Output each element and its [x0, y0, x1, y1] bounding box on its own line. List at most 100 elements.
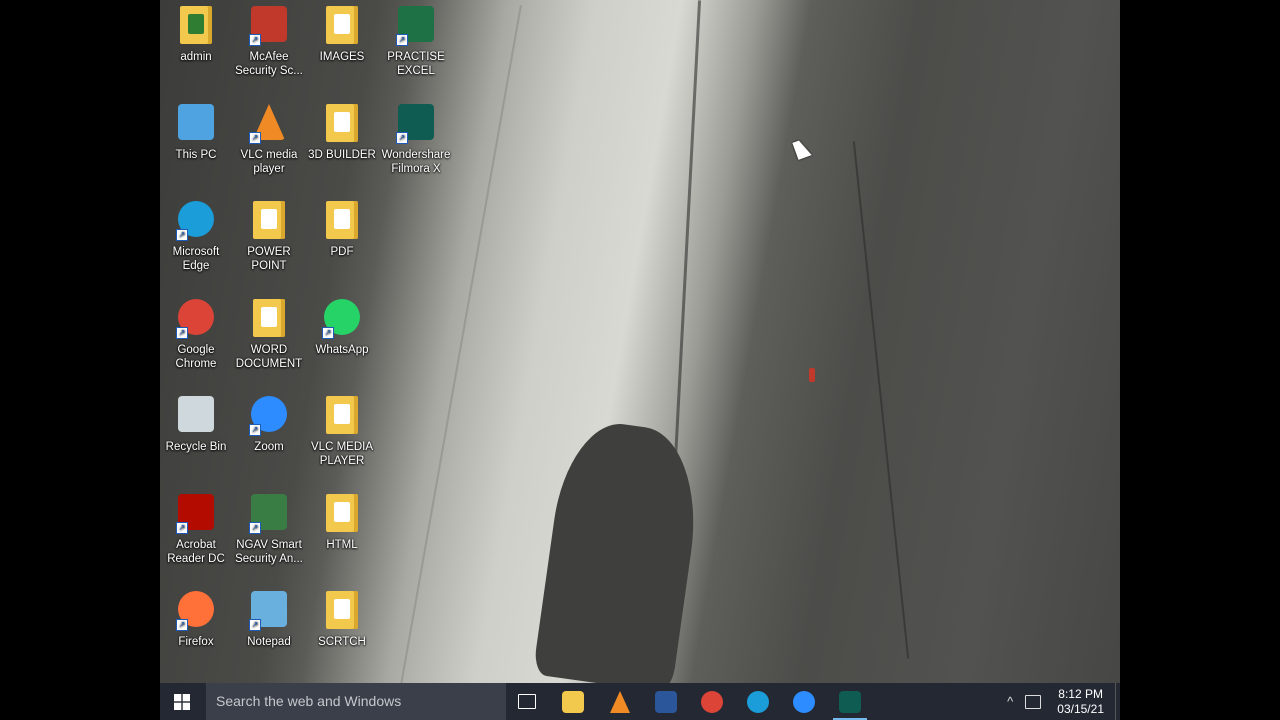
taskbar-button[interactable] [504, 683, 550, 720]
desktop-icon-label: Security An... [235, 553, 303, 565]
wallpaper-rock [532, 416, 708, 694]
edge-icon [747, 690, 769, 713]
taskbar-button[interactable] [735, 683, 781, 720]
desktop-icon-label: Notepad [247, 636, 291, 648]
desktop-icon-label: Google [177, 344, 215, 356]
filmora-icon [839, 690, 861, 713]
desktop-icon[interactable]: ↗ Microsoft Edge [160, 201, 232, 273]
shortcut-arrow-icon: ↗ [176, 229, 188, 241]
taskbar-button[interactable] [550, 683, 596, 720]
search-placeholder: Search the web and Windows [216, 693, 402, 709]
mcafee-shield-icon: ↗ [249, 6, 289, 46]
show-hidden-icons-icon[interactable]: ^ [1007, 694, 1013, 709]
start-button[interactable] [160, 683, 204, 720]
vlc-icon [610, 690, 630, 713]
desktop-icon-label: 3D BUILDER [308, 149, 376, 161]
desktop-icon[interactable]: ↗ Firefox [160, 591, 232, 649]
zoom-icon: ↗ [249, 396, 289, 436]
desktop-icon-label: SCRTCH [318, 636, 366, 648]
desktop-icon[interactable]: ↗ NGAV Smart Security An... [233, 494, 305, 566]
shortcut-arrow-icon: ↗ [176, 327, 188, 339]
desktop-icon-label: Reader DC [167, 553, 225, 565]
desktop-icon[interactable]: ↗ Notepad [233, 591, 305, 649]
desktop-icon-label: Zoom [254, 441, 284, 453]
filmora-icon: ↗ [396, 104, 436, 144]
desktop-icon[interactable]: 3D BUILDER [306, 104, 378, 162]
desktop-icon-label: VLC MEDIA [311, 441, 373, 453]
notifications-icon[interactable] [1025, 694, 1042, 709]
desktop-icon[interactable]: ↗ Wondershare Filmora X [380, 104, 452, 176]
desktop-icon-label: Acrobat [176, 539, 216, 551]
desktop-icon-label: McAfee [249, 51, 289, 63]
desktop-icon-label: Recycle Bin [165, 441, 227, 453]
folder-icon [322, 201, 362, 241]
desktop-icon[interactable]: IMAGES [306, 6, 378, 64]
desktop-icon[interactable]: PDF [306, 201, 378, 259]
desktop-icon[interactable]: ↗ McAfee Security Sc... [233, 6, 305, 78]
desktop-icon-label: EXCEL [397, 65, 435, 77]
desktop-icon-label: PDF [330, 246, 354, 258]
word-icon [655, 690, 677, 713]
computer-icon [176, 104, 216, 144]
desktop-icon[interactable]: VLC MEDIA PLAYER [306, 396, 378, 468]
desktop-icon-label: Chrome [175, 358, 217, 370]
show-desktop-button[interactable] [1115, 683, 1116, 720]
desktop-icon[interactable]: ↗ Acrobat Reader DC [160, 494, 232, 566]
desktop-icon[interactable]: Recycle Bin [160, 396, 232, 454]
desktop-icon-label: Security Sc... [235, 65, 303, 77]
folder-icon [322, 104, 362, 144]
chrome-icon: ↗ [176, 299, 216, 339]
clock[interactable]: 8:12 PM 03/15/21 [1057, 687, 1104, 717]
desktop-icon[interactable]: ↗ WhatsApp [306, 299, 378, 357]
desktop-icon-label: POINT [251, 260, 287, 272]
shortcut-arrow-icon: ↗ [249, 132, 261, 144]
desktop-icon[interactable]: ↗ PRACTISE EXCEL [380, 6, 452, 78]
system-tray: ^ 8:12 PM 03/15/21 [1007, 683, 1104, 720]
whatsapp-icon: ↗ [322, 299, 362, 339]
recycle-bin-icon [176, 396, 216, 436]
taskbar-button[interactable] [781, 683, 827, 720]
shortcut-arrow-icon: ↗ [249, 522, 261, 534]
notepad-icon: ↗ [249, 591, 289, 631]
desktop-icon-label: NGAV Smart [236, 539, 302, 551]
desktop-icon-label: PLAYER [319, 455, 365, 467]
desktop-icon-label: Microsoft [172, 246, 220, 258]
file-explorer-icon [562, 690, 584, 713]
desktop-icon-label: player [253, 163, 285, 175]
folder-icon [322, 396, 362, 436]
desktop-icon-label: admin [180, 51, 212, 63]
desktop-icon-label: Firefox [178, 636, 214, 648]
desktop-icon[interactable]: This PC [160, 104, 232, 162]
search-box[interactable]: Search the web and Windows [206, 683, 506, 720]
taskbar-button[interactable] [597, 683, 643, 720]
desktop-icon[interactable]: SCRTCH [306, 591, 378, 649]
excel-file-icon: ↗ [396, 6, 436, 46]
desktop-icon[interactable]: admin [160, 6, 232, 64]
taskbar-button[interactable] [689, 683, 735, 720]
desktop-icon[interactable]: ↗ Google Chrome [160, 299, 232, 371]
desktop-icon[interactable]: ↗ VLC media player [233, 104, 305, 176]
desktop-icon-label: Edge [182, 260, 210, 272]
shortcut-arrow-icon: ↗ [176, 522, 188, 534]
desktop-icon-label: PRACTISE [387, 51, 445, 63]
clock-time: 8:12 PM [1058, 686, 1103, 701]
folder-icon [249, 299, 289, 339]
shortcut-arrow-icon: ↗ [322, 327, 334, 339]
zoom-icon [793, 690, 815, 713]
shortcut-arrow-icon: ↗ [396, 132, 408, 144]
shortcut-arrow-icon: ↗ [176, 619, 188, 631]
folder-icon [322, 6, 362, 46]
desktop-icon[interactable]: ↗ Zoom [233, 396, 305, 454]
wallpaper-climber [809, 368, 815, 382]
vlc-cone-icon: ↗ [249, 104, 289, 144]
desktop-icon[interactable]: POWER POINT [233, 201, 305, 273]
desktop-icon[interactable]: HTML [306, 494, 378, 552]
taskbar-button[interactable] [827, 683, 873, 720]
desktop-icon[interactable]: WORD DOCUMENT [233, 299, 305, 371]
shortcut-arrow-icon: ↗ [249, 619, 261, 631]
shortcut-arrow-icon: ↗ [249, 34, 261, 46]
acrobat-icon: ↗ [176, 494, 216, 534]
taskbar-button[interactable] [643, 683, 689, 720]
chrome-icon [701, 690, 723, 713]
ngav-icon: ↗ [249, 494, 289, 534]
